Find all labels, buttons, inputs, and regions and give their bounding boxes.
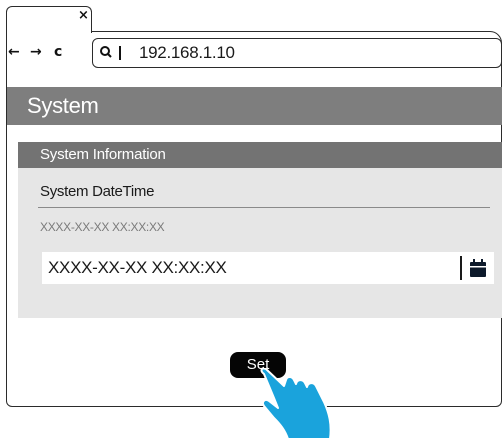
url-text: 192.168.1.10 [139,43,235,62]
back-arrow-icon[interactable]: ← [8,44,20,60]
reload-icon[interactable]: c [54,44,62,60]
datetime-input-value: XXXX-XX-XX XX:XX:XX [48,258,227,277]
section-title: System [27,93,99,118]
panel-title: System Information [40,146,166,163]
close-icon[interactable]: × [78,8,89,24]
address-bar[interactable]: 192.168.1.10 [92,38,502,68]
system-information-panel: System Information System DateTime XXXX-… [18,142,502,318]
datetime-input[interactable]: XXXX-XX-XX XX:XX:XX [42,252,494,284]
datetime-format-hint: XXXX-XX-XX XX:XX:XX [40,220,165,234]
datetime-label: System DateTime [40,183,155,200]
section-header: System [7,87,502,125]
input-separator [460,256,462,280]
panel-header: System Information [18,142,502,168]
search-icon [99,44,123,66]
navigation-bar: ← → c 192.168.1.10 [6,38,502,68]
browser-tab[interactable]: × [6,6,92,33]
forward-arrow-icon[interactable]: → [30,44,42,60]
pointing-hand-icon [258,367,344,440]
calendar-icon[interactable] [468,258,488,278]
divider [38,207,490,208]
